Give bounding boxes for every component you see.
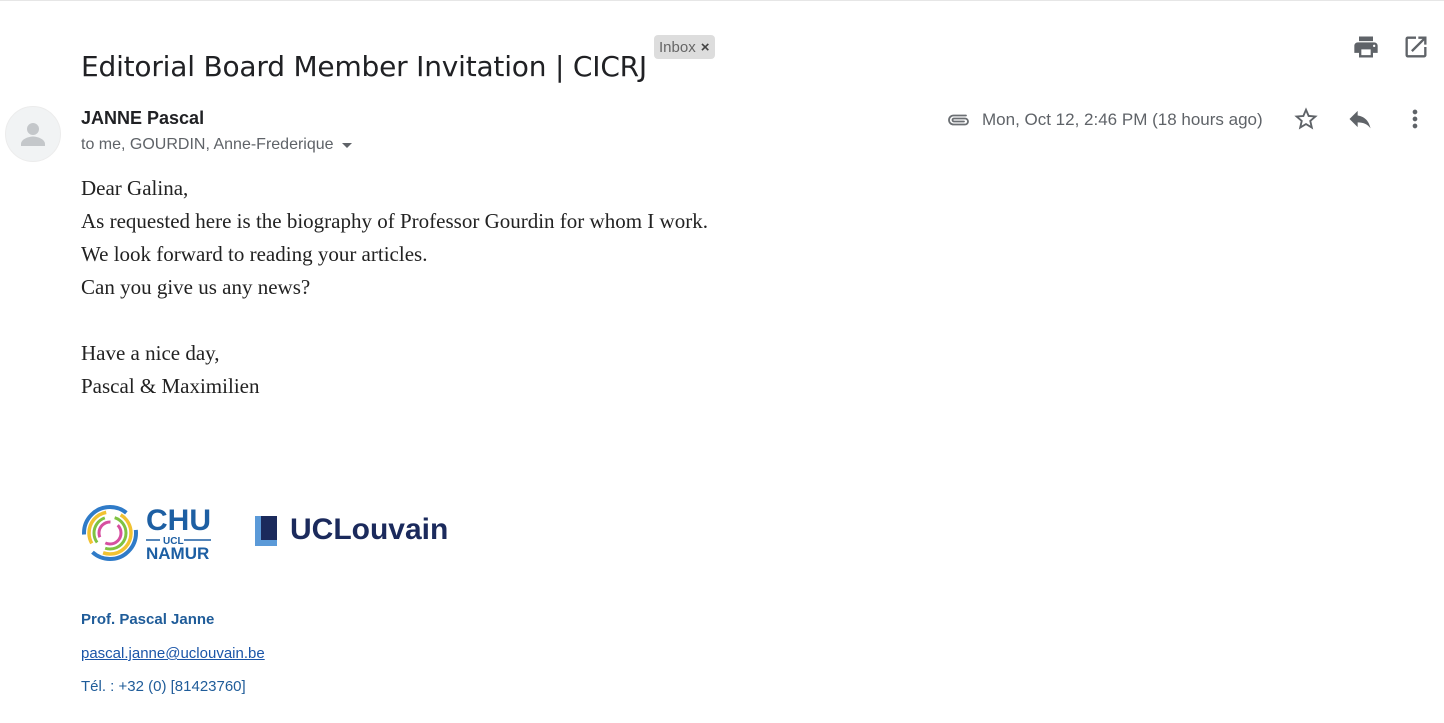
body-line <box>81 304 708 337</box>
body-line: Can you give us any news? <box>81 275 311 299</box>
paperclip-icon <box>948 114 969 126</box>
namur-text: NAMUR <box>146 544 209 563</box>
default-avatar-icon <box>21 123 45 146</box>
top-divider <box>0 0 1444 1</box>
more-vertical-icon[interactable] <box>1401 105 1429 133</box>
sender-avatar[interactable] <box>5 106 61 162</box>
remove-label-icon[interactable]: × <box>701 39 710 56</box>
chu-ucl-namur-logo: CHU UCL NAMUR <box>80 500 215 564</box>
recipients-toggle[interactable]: to me, GOURDIN, Anne-Frederique <box>81 136 352 154</box>
signature-phone: Tél. : +32 (0) [81423760] <box>81 678 246 695</box>
star-icon[interactable] <box>1292 105 1320 133</box>
label-text: Inbox <box>659 38 696 56</box>
message-meta: Mon, Oct 12, 2:46 PM (18 hours ago) <box>946 107 1263 133</box>
signature-name: Prof. Pascal Janne <box>81 611 215 628</box>
chu-text: CHU <box>146 504 211 537</box>
body-line: Have a nice day, <box>81 341 220 365</box>
signature-email-link[interactable]: pascal.janne@uclouvain.be <box>81 645 265 662</box>
sender-name[interactable]: JANNE Pascal <box>81 108 204 129</box>
uclouvain-text: UCLouvain <box>290 513 448 546</box>
body-line: We look forward to reading your articles… <box>81 242 428 266</box>
reply-icon[interactable] <box>1346 105 1374 133</box>
chevron-down-icon[interactable] <box>341 142 352 148</box>
recipients-text: to me, GOURDIN, Anne-Frederique <box>81 136 334 153</box>
body-line: Dear Galina, <box>81 176 189 200</box>
open-in-new-window-icon[interactable] <box>1402 33 1430 61</box>
email-body: Dear Galina, As requested here is the bi… <box>81 172 708 403</box>
email-subject: Editorial Board Member Invitation | CICR… <box>81 49 647 83</box>
uclouvain-logo: UCLouvain <box>254 510 469 550</box>
inbox-label-chip[interactable]: Inbox × <box>654 35 716 59</box>
body-line: As requested here is the biography of Pr… <box>81 209 708 233</box>
message-timestamp: Mon, Oct 12, 2:46 PM (18 hours ago) <box>982 110 1263 129</box>
body-line: Pascal & Maximilien <box>81 374 260 398</box>
print-icon[interactable] <box>1352 33 1380 61</box>
